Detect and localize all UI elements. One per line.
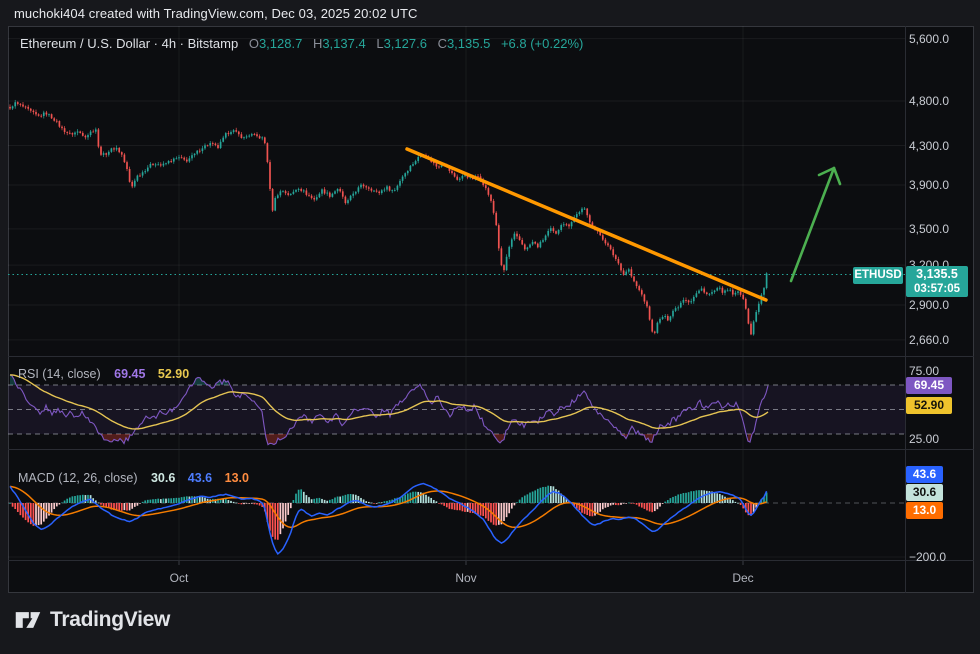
bar-countdown: 03:57:05 [906, 282, 968, 296]
rsi-axis-badge: 69.45 [906, 377, 952, 394]
price-axis-label: 2,900.0 [909, 297, 971, 313]
rsi-legend[interactable]: RSI (14, close) 69.45 52.90 [18, 367, 189, 381]
rsi-ma-value: 52.90 [158, 367, 189, 381]
price-axis-label: 2,660.0 [909, 332, 971, 348]
last-price-value: 3,135.5 [906, 266, 968, 282]
macd-histogram-value: 30.6 [151, 471, 175, 485]
tradingview-icon [14, 607, 42, 633]
tradingview-logo[interactable]: TradingView [14, 607, 170, 633]
time-axis-label: Nov [451, 571, 481, 585]
price-axis-label: 4,800.0 [909, 93, 971, 109]
descending-trendline [407, 149, 766, 300]
macd-signal-axis-badge: 13.0 [906, 502, 943, 519]
macd-axis-low-label: −200.0 [909, 549, 971, 565]
price-pane[interactable] [8, 100, 905, 336]
macd-histogram-axis-badge: 30.6 [906, 484, 943, 501]
macd-pane[interactable] [8, 484, 905, 554]
open-value: 3,128.7 [259, 36, 302, 51]
macd-signal-value: 13.0 [225, 471, 249, 485]
chart-canvas[interactable] [0, 0, 980, 654]
chart-drawings[interactable] [407, 149, 840, 300]
last-price-badge: 3,135.5 03:57:05 [906, 266, 968, 297]
tradingview-screenshot: muchoki404 created with TradingView.com,… [0, 0, 980, 654]
macd-signal-line [10, 486, 767, 527]
low-value: 3,127.6 [384, 36, 427, 51]
low-label: L [376, 36, 383, 51]
macd-line-value: 43.6 [188, 471, 212, 485]
close-label: C [438, 36, 447, 51]
price-axis-label: 3,500.0 [909, 221, 971, 237]
price-axis-label: 4,300.0 [909, 138, 971, 154]
high-label: H [313, 36, 322, 51]
change-value: +6.8 (+0.22%) [501, 36, 583, 51]
symbol-legend[interactable]: Ethereum / U.S. Dollar · 4h · Bitstamp O… [20, 36, 583, 51]
rsi-ma-axis-badge: 52.90 [906, 397, 952, 414]
time-axis-label: Dec [728, 571, 758, 585]
rsi-pane[interactable] [8, 375, 905, 445]
rsi-legend-title[interactable]: RSI (14, close) [18, 367, 101, 381]
macd-line [10, 484, 767, 554]
symbol-title[interactable]: Ethereum / U.S. Dollar · 4h · Bitstamp [20, 36, 238, 51]
macd-legend-title[interactable]: MACD (12, 26, close) [18, 471, 137, 485]
close-value: 3,135.5 [447, 36, 490, 51]
time-axis-label: Oct [164, 571, 194, 585]
rsi-axis-lower-label: 25.00 [909, 431, 971, 447]
macd-line-axis-badge: 43.6 [906, 466, 943, 483]
macd-legend[interactable]: MACD (12, 26, close) 30.6 43.6 13.0 [18, 471, 249, 485]
price-axis-label: 5,600.0 [909, 31, 971, 47]
symbol-price-label: ETHUSD [853, 267, 903, 284]
tradingview-logo-text: TradingView [50, 608, 170, 632]
open-label: O [249, 36, 259, 51]
high-value: 3,137.4 [322, 36, 365, 51]
rsi-value: 69.45 [114, 367, 145, 381]
price-axis-label: 3,900.0 [909, 177, 971, 193]
